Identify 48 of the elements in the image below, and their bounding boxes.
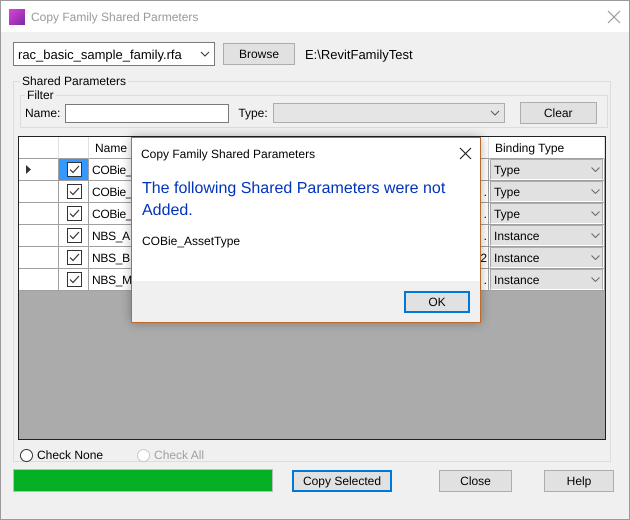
checkbox[interactable] [67,228,82,243]
checkbox[interactable] [67,272,82,287]
file-dropdown[interactable]: rac_basic_sample_family.rfa [13,42,215,66]
checkbox[interactable] [67,184,82,199]
checkbox-cell[interactable] [59,203,89,225]
action-button[interactable]: Copy Selected [292,470,392,492]
type-label: Type: [238,106,268,120]
binding-type-dropdown[interactable]: Instance [490,247,603,268]
checkbox-cell[interactable] [59,159,89,181]
checkbox[interactable] [67,206,82,221]
header-cell [19,137,59,159]
app-icon [9,8,25,24]
chevron-down-icon [591,255,600,260]
binding-type-dropdown[interactable]: Type [490,181,603,202]
checkbox-cell[interactable] [59,269,89,291]
binding-type-dropdown[interactable]: Type [490,159,603,180]
binding-type-dropdown[interactable]: Type [490,203,603,224]
checkbox[interactable] [67,250,82,265]
chevron-down-icon [591,277,600,282]
action-button[interactable]: Close [439,470,512,492]
window-title: Copy Family Shared Parmeters [31,10,200,24]
browse-button[interactable]: Browse [223,43,295,65]
chevron-down-icon [200,51,210,57]
triangle-right-icon [26,165,31,174]
name-input[interactable] [65,104,230,122]
chevron-down-icon [591,167,600,172]
group-title: Filter [26,88,55,102]
checkbox-cell[interactable] [59,247,89,269]
checkbox-cell[interactable] [59,181,89,203]
chevron-down-icon [591,211,600,216]
action-button[interactable]: Help [544,470,614,492]
ok-button[interactable]: OK [404,290,470,312]
clear-button[interactable]: Clear [520,102,597,124]
folder-path: E:\RevitFamilyTest [305,46,413,62]
checkbox-cell[interactable] [59,225,89,247]
chevron-down-icon [490,110,500,116]
binding-type-dropdown[interactable]: Instance [490,269,603,290]
column-header: Binding Type [489,137,605,159]
binding-type-dropdown[interactable]: Instance [490,225,603,246]
group-title: Shared Parameters [21,74,128,88]
name-label: Name: [25,106,60,120]
header-cell [59,137,89,159]
radio-option[interactable]: Check None [20,448,104,462]
chevron-down-icon [591,189,600,194]
row-header[interactable] [19,159,59,181]
dialog-title: Copy Family Shared Parameters [141,146,316,160]
chevron-down-icon [591,233,600,238]
checkbox[interactable] [67,162,82,177]
